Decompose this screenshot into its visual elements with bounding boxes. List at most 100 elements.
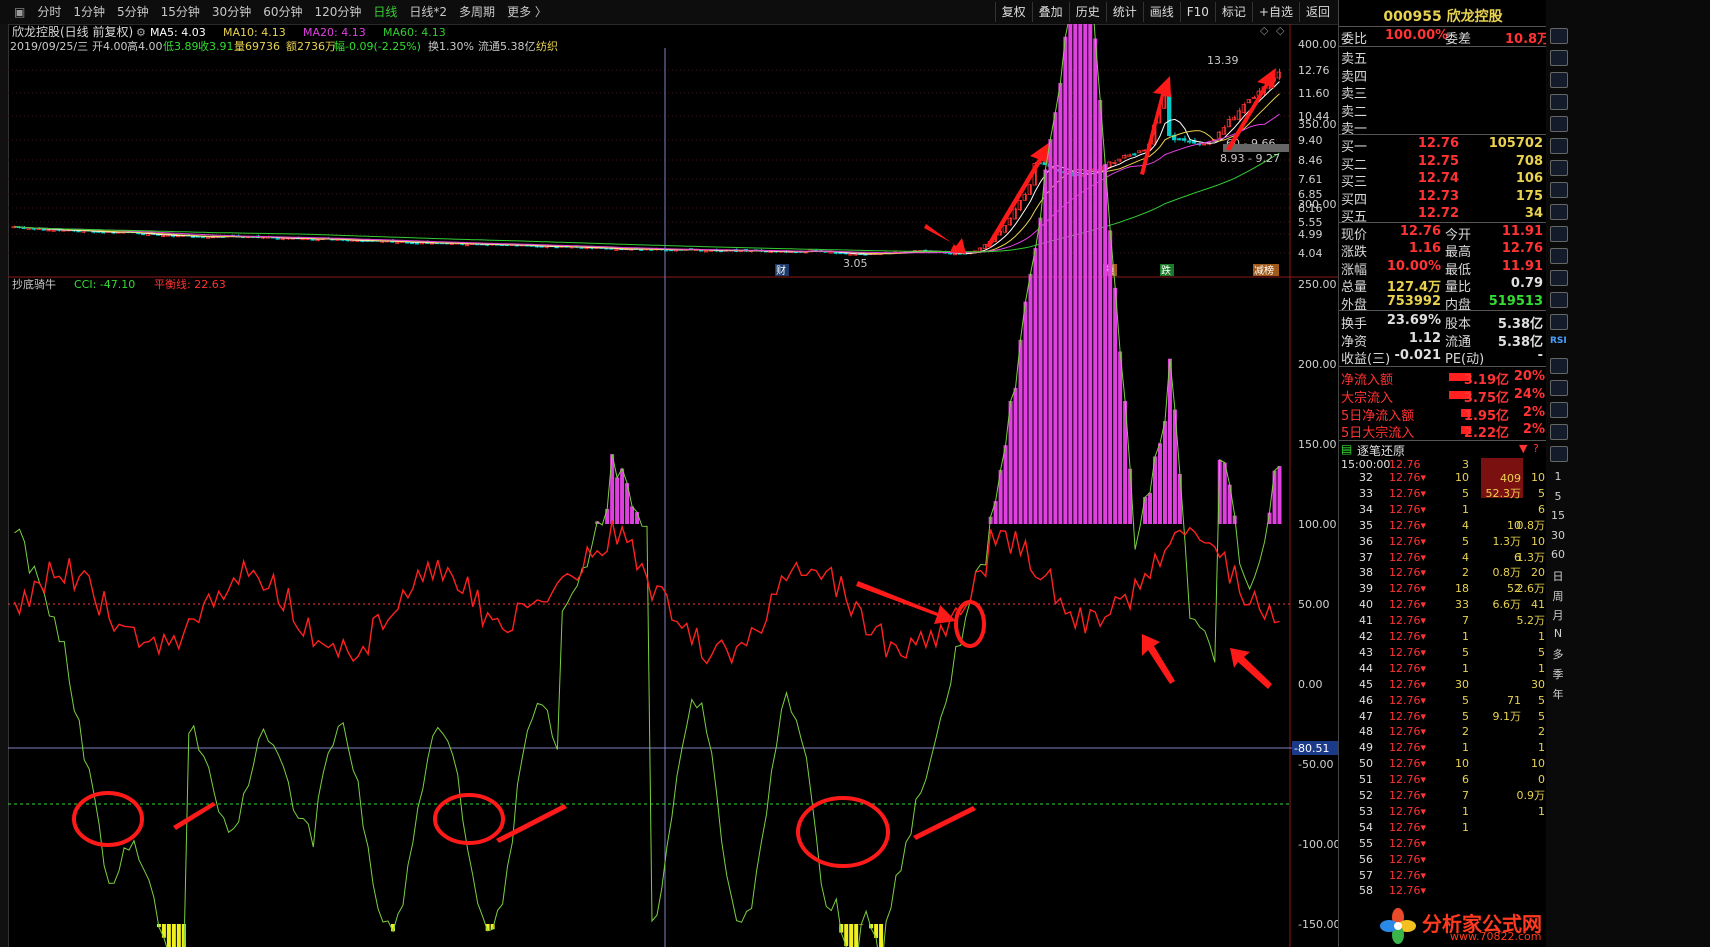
tab-daily[interactable]: 日线 <box>367 0 403 24</box>
tick-volume: 2 <box>1462 566 1469 580</box>
weibi-row: 委比 100.00% 委差 10.8万 <box>1339 28 1550 47</box>
grid-icon[interactable] <box>1550 72 1568 88</box>
f10-icon[interactable] <box>1550 248 1568 264</box>
mark-button[interactable]: 标记 <box>1214 2 1252 22</box>
period-button[interactable]: 日 <box>1550 568 1566 584</box>
divider <box>1339 26 1547 27</box>
event-tag[interactable]: 财 <box>776 264 786 277</box>
tick-price: 12.76 <box>1389 458 1421 471</box>
kline-icon[interactable] <box>1550 160 1568 176</box>
order-label: 卖四 <box>1341 69 1368 85</box>
period-button[interactable]: 多 <box>1550 646 1566 662</box>
period-button[interactable]: 月 <box>1550 607 1566 623</box>
restore-rights-button[interactable]: 复权 <box>994 2 1032 22</box>
weibi-value: 100.00% <box>1385 28 1449 43</box>
cross-icon[interactable] <box>1550 358 1568 374</box>
tick-second: 43 <box>1359 645 1373 659</box>
overlay-button[interactable]: 叠加 <box>1031 2 1069 22</box>
event-tag[interactable]: 减榜 <box>1254 264 1274 277</box>
chart-area[interactable]: 欣龙控股(日线 前复权) ⚙ MA5: 4.03 MA10: 4.13 MA20… <box>8 24 1338 947</box>
f10-button[interactable]: F10 <box>1179 2 1215 22</box>
tick-second: 37 <box>1359 550 1373 564</box>
stat-label: 净资 <box>1341 334 1368 350</box>
red-circle <box>433 793 505 845</box>
tick-price: 12.76▾ <box>1389 645 1427 659</box>
tick-second: 47 <box>1359 709 1373 723</box>
history-button[interactable]: 历史 <box>1068 2 1106 22</box>
period-button[interactable]: 周 <box>1550 588 1566 604</box>
tick-volume: 10 <box>1455 757 1469 771</box>
tick-volume: 7 <box>1462 614 1469 628</box>
tab-more[interactable]: 更多 〉 <box>501 0 553 24</box>
tick-row: 57 12.76▾ <box>1339 869 1547 882</box>
low-annotation: 3.05 <box>843 257 868 270</box>
flag-icon[interactable] <box>1550 226 1568 242</box>
tab-fenshi[interactable]: 分时 <box>31 0 67 24</box>
tab-1min[interactable]: 1分钟 <box>67 0 111 24</box>
diamond-icon[interactable]: ◇ <box>1260 24 1269 37</box>
draw-button[interactable]: 画线 <box>1142 2 1180 22</box>
period-button[interactable]: 年 <box>1550 686 1566 702</box>
period-button[interactable]: 60 <box>1550 548 1566 561</box>
stat-label: 流通 <box>1445 334 1472 350</box>
stat-row: 总量 127.4万 量比 0.79 <box>1339 276 1545 295</box>
tab-30min[interactable]: 30分钟 <box>206 0 257 24</box>
tick-total: 2.6万 <box>1516 582 1546 596</box>
period-button[interactable]: 30 <box>1550 529 1566 542</box>
tab-120min[interactable]: 120分钟 <box>308 0 367 24</box>
ma60-label: MA60: 4.13 <box>383 26 446 39</box>
doc-icon[interactable] <box>1550 204 1568 220</box>
help-icon[interactable]: ? <box>1533 442 1539 455</box>
indicator-tick-label: 400.00 <box>1298 38 1337 51</box>
dropdown-icon[interactable]: ▼ <box>1519 442 1527 455</box>
tab-60min[interactable]: 60分钟 <box>257 0 308 24</box>
period-button[interactable]: N <box>1550 627 1566 640</box>
tick-price: 12.76▾ <box>1389 614 1427 628</box>
f12-icon[interactable] <box>1550 270 1568 286</box>
tick-price: 12.76▾ <box>1389 598 1427 612</box>
settings-icon[interactable]: ⚙ <box>136 26 146 39</box>
stat-value: 11.91 <box>1501 258 1543 274</box>
period-button[interactable]: 1 <box>1550 470 1566 483</box>
period-button[interactable]: 15 <box>1550 509 1566 522</box>
event-tag[interactable]: 跌 <box>1161 264 1171 277</box>
order-row: 买三 12.74 106 <box>1339 171 1545 190</box>
collapse-icon[interactable]: ◇ <box>1276 24 1285 37</box>
chart-down-icon[interactable] <box>1550 50 1568 66</box>
rsi-icon[interactable]: RSI <box>1550 336 1567 346</box>
period-button[interactable]: 5 <box>1550 490 1566 503</box>
period-button[interactable]: 季 <box>1550 666 1566 682</box>
pin-icon[interactable] <box>1550 314 1568 330</box>
trend-icon[interactable] <box>1550 116 1568 132</box>
tab-5min[interactable]: 5分钟 <box>111 0 155 24</box>
main-grid <box>8 69 1290 254</box>
tick-second: 46 <box>1359 693 1373 707</box>
add-watchlist-button[interactable]: +自选 <box>1251 2 1299 22</box>
tick-price: 12.76▾ <box>1389 820 1427 834</box>
move-icon[interactable] <box>1550 380 1568 396</box>
history-icon[interactable] <box>1550 292 1568 308</box>
list-icon[interactable] <box>1550 94 1568 110</box>
tick-price: 12.76▾ <box>1389 773 1427 787</box>
tab-menu-icon[interactable]: ▣ <box>8 0 31 24</box>
fullscreen-icon[interactable] <box>1550 424 1568 440</box>
tick-total: 10 <box>1531 757 1545 771</box>
pen-icon[interactable] <box>1550 402 1568 418</box>
stats-button[interactable]: 统计 <box>1105 2 1143 22</box>
tab-daily-x2[interactable]: 日线*2 <box>403 0 453 24</box>
tick-row: 52 12.76▾ 7 0.9万 <box>1339 790 1547 802</box>
layout-icon[interactable] <box>1550 446 1568 462</box>
tab-multi-period[interactable]: 多周期 <box>453 0 501 24</box>
stat-value: 5.38亿 <box>1497 334 1543 350</box>
calc-icon[interactable] <box>1550 182 1568 198</box>
chart-up-icon[interactable] <box>1550 28 1568 44</box>
order-label: 卖五 <box>1341 52 1368 67</box>
candle-body <box>828 251 833 254</box>
candle-icon[interactable] <box>1550 138 1568 154</box>
tab-15min[interactable]: 15分钟 <box>155 0 206 24</box>
back-button[interactable]: 返回 <box>1298 2 1336 22</box>
main-y-axis: 12.7611.6010.449.408.467.616.856.165.554… <box>1298 64 1330 260</box>
order-label: 买一 <box>1341 140 1368 155</box>
tick-second: 50 <box>1359 757 1373 771</box>
red-circle <box>954 600 986 648</box>
